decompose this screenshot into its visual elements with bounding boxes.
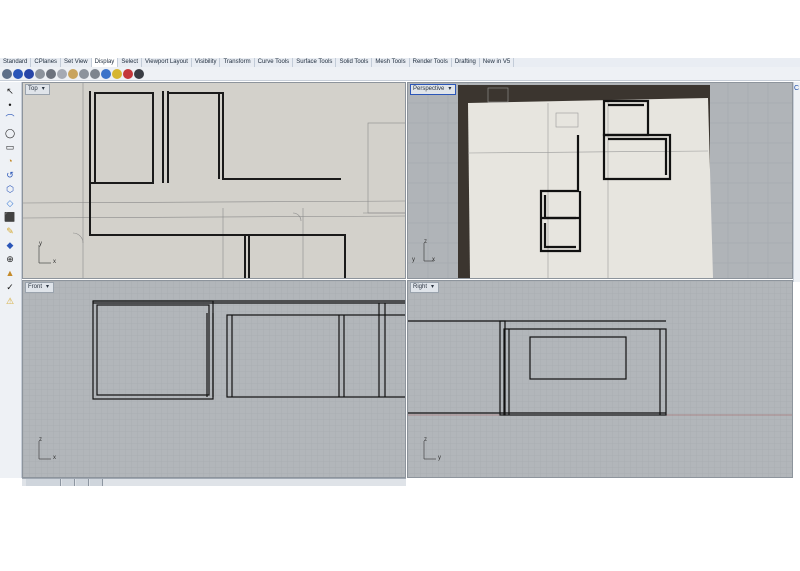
axis-z-label: z	[424, 437, 427, 443]
viewport-tab-right[interactable]: Right	[90, 479, 103, 486]
axis-z-label: z	[39, 437, 42, 443]
viewport-perspective[interactable]: Perspective ▾ z y x	[407, 82, 793, 279]
toolbar-tab-visibility[interactable]: Visibility	[192, 58, 221, 67]
toolbar-tab-cplanes[interactable]: CPlanes	[31, 58, 62, 67]
front-view-canvas[interactable]	[23, 281, 406, 478]
axis-x-label: x	[53, 455, 56, 461]
viewport-top-label[interactable]: Top ▾	[25, 84, 50, 95]
left-tool-icon[interactable]: ↖	[3, 86, 17, 97]
left-tool-icon[interactable]: ◔	[3, 156, 17, 167]
display-tool-icon[interactable]	[112, 68, 122, 79]
left-tool-icon[interactable]: ⬛	[3, 212, 17, 223]
viewport-tab-bar: Perspective Top Front Right	[22, 478, 406, 486]
viewport-tab-front[interactable]: Front	[76, 479, 89, 486]
left-tool-icon[interactable]: ⚠	[3, 296, 17, 307]
display-tool-icon[interactable]	[35, 68, 45, 79]
axis-y-label: y	[438, 455, 441, 461]
viewport-right-label[interactable]: Right ▾	[410, 282, 440, 293]
top-view-canvas[interactable]	[23, 83, 406, 279]
toolbar-tab-display[interactable]: Display	[91, 58, 119, 67]
display-tool-icon[interactable]	[57, 68, 67, 79]
axis-y-label: y	[39, 241, 42, 247]
viewport-perspective-label[interactable]: Perspective ▾	[410, 84, 457, 95]
panel-tab-icon[interactable]: C	[794, 85, 799, 92]
toolbar-tab-new-in-v5[interactable]: New in V5	[480, 58, 515, 67]
toolbar-tab-transform[interactable]: Transform	[220, 58, 255, 67]
left-tool-icon[interactable]: ✓	[3, 282, 17, 293]
display-tool-icon[interactable]	[134, 68, 144, 79]
viewport-right[interactable]: Right ▾ z y	[407, 280, 793, 478]
toolbar-tab-curve-tools[interactable]: Curve Tools	[255, 58, 294, 67]
toolbar-tab-solid-tools[interactable]: Solid Tools	[336, 58, 373, 67]
chevron-down-icon[interactable]: ▾	[429, 283, 436, 290]
right-view-canvas[interactable]	[408, 281, 793, 478]
viewport-front-label[interactable]: Front ▾	[25, 282, 55, 293]
toolbar-tab-surface-tools[interactable]: Surface Tools	[293, 58, 337, 67]
left-tool-icon[interactable]: ◆	[3, 240, 17, 251]
display-tool-icon[interactable]	[90, 68, 100, 79]
left-tool-icon[interactable]: ⌒	[3, 114, 17, 125]
left-tool-icon[interactable]: ⬡	[3, 184, 17, 195]
perspective-canvas[interactable]	[408, 83, 793, 279]
toolbar-tab-drafting[interactable]: Drafting	[452, 58, 480, 67]
display-tool-icon[interactable]	[46, 68, 56, 79]
right-panel-strip: C	[793, 82, 800, 282]
axis-x-label: x	[53, 259, 56, 265]
viewport-front[interactable]: Front ▾ z x	[22, 280, 406, 478]
chevron-down-icon[interactable]: ▾	[40, 85, 47, 92]
left-tool-palette: ↖ • ⌒ ◯ ▭ ◔ ↺ ⬡ ◇ ⬛ ✎ ◆ ⊕ ▲ ✓ ⚠	[0, 82, 22, 478]
display-tool-icon[interactable]	[101, 68, 111, 79]
display-tool-icon[interactable]	[2, 68, 12, 79]
viewport-tab-top[interactable]: Top	[62, 479, 75, 486]
left-tool-icon[interactable]: •	[3, 100, 17, 111]
left-tool-icon[interactable]: ↺	[3, 170, 17, 181]
axis-y-label: y	[412, 257, 415, 263]
left-tool-icon[interactable]: ◇	[3, 198, 17, 209]
toolbar-tab-select[interactable]: Select	[118, 58, 142, 67]
display-tool-icon[interactable]	[123, 68, 133, 79]
toolbar-tab-set-view[interactable]: Set View	[61, 58, 92, 67]
display-tool-icon[interactable]	[79, 68, 89, 79]
viewport-tab-perspective[interactable]: Perspective	[26, 479, 61, 486]
toolbar-tab-render-tools[interactable]: Render Tools	[410, 58, 452, 67]
left-tool-icon[interactable]: ⊕	[3, 254, 17, 265]
left-tool-icon[interactable]: ✎	[3, 226, 17, 237]
left-tool-icon[interactable]: ▭	[3, 142, 17, 153]
display-tool-icon[interactable]	[68, 68, 78, 79]
chevron-down-icon[interactable]: ▾	[44, 283, 51, 290]
axis-x-label: x	[432, 257, 435, 263]
display-tool-icon[interactable]	[13, 68, 23, 79]
left-tool-icon[interactable]: ▲	[3, 268, 17, 279]
axis-z-label: z	[424, 239, 427, 245]
display-tool-icon[interactable]	[24, 68, 34, 79]
chevron-down-icon[interactable]: ▾	[446, 85, 453, 92]
left-tool-icon[interactable]: ◯	[3, 128, 17, 139]
display-icon-bar	[0, 67, 800, 81]
toolbar-tab-standard[interactable]: Standard	[0, 58, 32, 67]
viewport-top[interactable]: Top ▾ y x	[22, 82, 406, 279]
toolbar-tab-viewport-layout[interactable]: Viewport Layout	[142, 58, 192, 67]
toolbar-tab-mesh-tools[interactable]: Mesh Tools	[372, 58, 410, 67]
